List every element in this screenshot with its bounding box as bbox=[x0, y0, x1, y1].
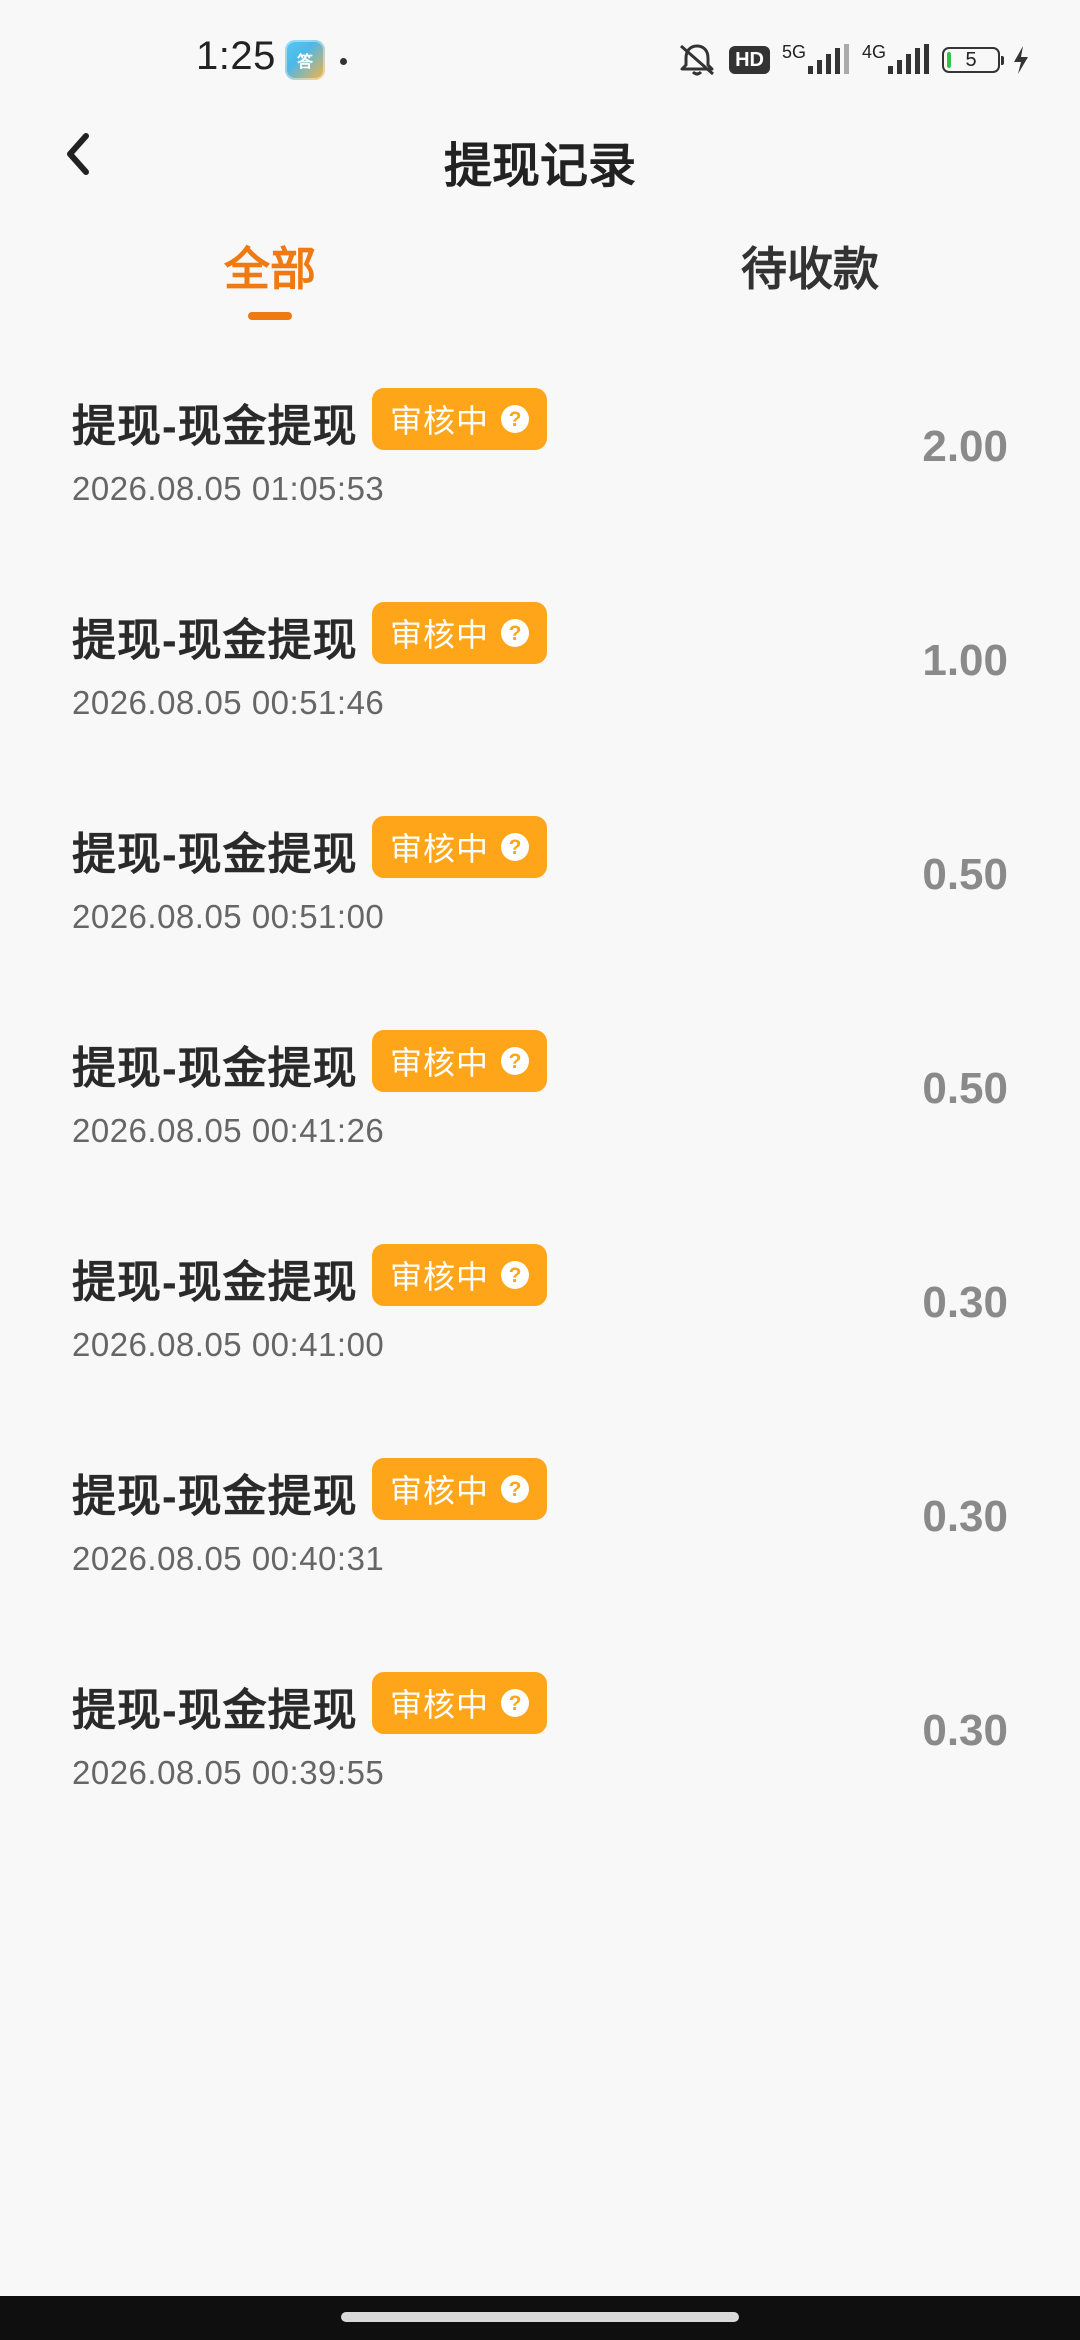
record-title: 提现-现金提现 bbox=[72, 1258, 358, 1307]
header: 提现记录 bbox=[0, 110, 1080, 200]
list-item[interactable]: 提现-现金提现 审核中 ? 2026.08.05 00:41:26 0.50 bbox=[0, 1012, 1080, 1226]
status-bar: 1:25 答 HD 5G 4G 5 bbox=[0, 0, 1080, 120]
signal-4g-icon: 4G bbox=[861, 42, 930, 76]
question-mark-icon: ? bbox=[501, 1261, 529, 1289]
record-amount: 0.30 bbox=[922, 1278, 1008, 1327]
record-title: 提现-现金提现 bbox=[72, 402, 358, 451]
notification-dot bbox=[340, 58, 347, 65]
network-5g-label: 5G bbox=[781, 42, 806, 62]
list-item[interactable]: 提现-现金提现 审核中 ? 2026.08.05 01:05:53 2.00 bbox=[0, 370, 1080, 584]
app-notification-icon: 答 bbox=[285, 40, 325, 80]
status-badge[interactable]: 审核中 ? bbox=[372, 1672, 547, 1734]
status-badge[interactable]: 审核中 ? bbox=[372, 602, 547, 664]
record-timestamp: 2026.08.05 01:05:53 bbox=[72, 470, 385, 507]
record-timestamp: 2026.08.05 00:41:00 bbox=[72, 1326, 385, 1363]
record-timestamp: 2026.08.05 00:51:00 bbox=[72, 898, 385, 935]
status-badge[interactable]: 审核中 ? bbox=[372, 388, 547, 450]
network-4g-label: 4G bbox=[861, 42, 886, 62]
status-badge-label: 审核中 bbox=[389, 831, 489, 867]
record-amount: 2.00 bbox=[922, 422, 1008, 471]
question-mark-icon: ? bbox=[501, 833, 529, 861]
status-badge-label: 审核中 bbox=[389, 1473, 489, 1509]
status-badge-label: 审核中 bbox=[389, 1045, 489, 1081]
status-icons: HD 5G 4G 5 bbox=[677, 38, 1030, 82]
status-badge[interactable]: 审核中 ? bbox=[372, 1244, 547, 1306]
status-badge-label: 审核中 bbox=[389, 1259, 489, 1295]
status-badge[interactable]: 审核中 ? bbox=[372, 1030, 547, 1092]
question-mark-icon: ? bbox=[501, 1475, 529, 1503]
record-title: 提现-现金提现 bbox=[72, 1472, 358, 1521]
question-mark-icon: ? bbox=[501, 619, 529, 647]
record-timestamp: 2026.08.05 00:39:55 bbox=[72, 1754, 385, 1791]
list-item[interactable]: 提现-现金提现 审核中 ? 2026.08.05 00:39:55 0.30 bbox=[0, 1654, 1080, 1868]
list-item[interactable]: 提现-现金提现 审核中 ? 2026.08.05 00:40:31 0.30 bbox=[0, 1440, 1080, 1654]
charging-icon bbox=[1012, 45, 1030, 75]
battery-level: 5 bbox=[965, 48, 977, 71]
tab-pending-payment[interactable]: 待收款 bbox=[680, 233, 940, 299]
record-timestamp: 2026.08.05 00:51:46 bbox=[72, 684, 385, 721]
record-amount: 0.50 bbox=[922, 850, 1008, 899]
record-amount: 0.30 bbox=[922, 1706, 1008, 1755]
navigation-bar bbox=[0, 2296, 1080, 2340]
hd-voice-icon: HD bbox=[729, 46, 770, 74]
record-amount: 1.00 bbox=[922, 636, 1008, 685]
status-badge-label: 审核中 bbox=[389, 617, 489, 653]
withdrawal-record-list: 提现-现金提现 审核中 ? 2026.08.05 01:05:53 2.00 提… bbox=[0, 370, 1080, 1868]
active-tab-indicator bbox=[248, 312, 292, 320]
record-title: 提现-现金提现 bbox=[72, 1686, 358, 1735]
page-title: 提现记录 bbox=[443, 140, 636, 193]
battery-icon: 5 bbox=[942, 47, 1004, 73]
app-notification-icon-label: 答 bbox=[296, 54, 313, 71]
signal-5g-icon: 5G bbox=[781, 42, 850, 76]
record-timestamp: 2026.08.05 00:40:31 bbox=[72, 1540, 385, 1577]
question-mark-icon: ? bbox=[501, 1689, 529, 1717]
record-amount: 0.30 bbox=[922, 1492, 1008, 1541]
question-mark-icon: ? bbox=[501, 405, 529, 433]
tab-all[interactable]: 全部 bbox=[140, 233, 400, 299]
home-indicator[interactable] bbox=[341, 2312, 739, 2322]
record-timestamp: 2026.08.05 00:41:26 bbox=[72, 1112, 385, 1149]
status-time: 1:25 bbox=[196, 34, 276, 78]
tab-bar: 全部 待收款 bbox=[0, 225, 1080, 325]
list-item[interactable]: 提现-现金提现 审核中 ? 2026.08.05 00:51:46 1.00 bbox=[0, 584, 1080, 798]
battery-fill bbox=[947, 52, 951, 68]
list-item[interactable]: 提现-现金提现 审核中 ? 2026.08.05 00:51:00 0.50 bbox=[0, 798, 1080, 1012]
status-badge-label: 审核中 bbox=[389, 1687, 489, 1723]
status-badge-label: 审核中 bbox=[389, 403, 489, 439]
status-badge[interactable]: 审核中 ? bbox=[372, 816, 547, 878]
record-amount: 0.50 bbox=[922, 1064, 1008, 1113]
record-title: 提现-现金提现 bbox=[72, 830, 358, 879]
silent-bell-icon bbox=[677, 42, 717, 78]
record-title: 提现-现金提现 bbox=[72, 616, 358, 665]
status-badge[interactable]: 审核中 ? bbox=[372, 1458, 547, 1520]
list-item[interactable]: 提现-现金提现 审核中 ? 2026.08.05 00:41:00 0.30 bbox=[0, 1226, 1080, 1440]
question-mark-icon: ? bbox=[501, 1047, 529, 1075]
record-title: 提现-现金提现 bbox=[72, 1044, 358, 1093]
